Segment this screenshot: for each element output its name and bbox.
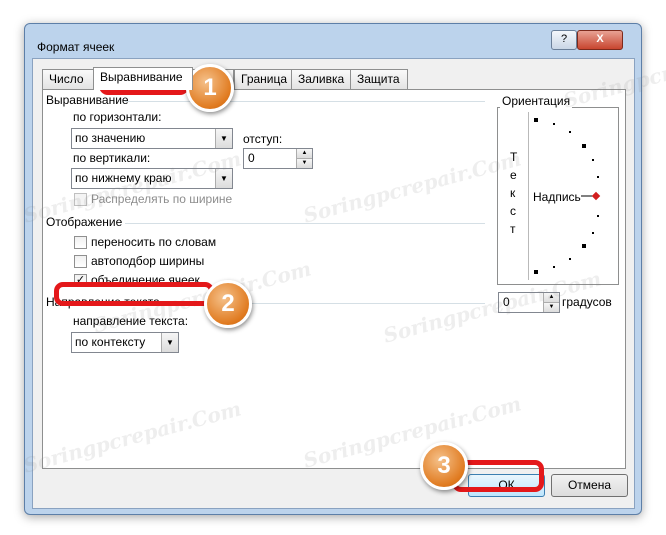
wrap-text-checkbox[interactable] — [74, 236, 87, 249]
distribute-label: Распределять по ширине — [91, 192, 233, 206]
tab-border[interactable]: Граница — [234, 69, 292, 89]
title-bar: Формат ячеек ? X — [25, 24, 641, 58]
help-button[interactable]: ? — [551, 30, 577, 50]
vertical-text-char: Т — [510, 150, 518, 164]
dial-point — [569, 131, 571, 133]
merge-cells-label: объединение ячеек — [91, 273, 200, 287]
degrees-value: 0 — [503, 295, 510, 309]
chevron-up-icon[interactable]: ▲ — [296, 149, 312, 159]
direction-value: по контексту — [75, 335, 146, 349]
dial-point — [569, 258, 571, 260]
display-group-divider — [125, 223, 485, 224]
indent-label: отступ: — [243, 132, 283, 146]
format-cells-dialog: Формат ячеек ? X Число Выравнивание т Гр… — [24, 23, 642, 515]
wrap-text-label: переносить по словам — [91, 235, 217, 249]
vertical-text-button[interactable]: Т е к с т — [502, 112, 529, 280]
step-badge-1: 1 — [186, 64, 234, 112]
shrink-to-fit-label: автоподбор ширины — [91, 254, 205, 268]
dialog-title: Формат ячеек — [37, 40, 115, 54]
vertical-value: по нижнему краю — [75, 171, 172, 185]
vertical-combo[interactable]: по нижнему краю ▼ — [71, 168, 233, 189]
tab-alignment[interactable]: Выравнивание — [93, 67, 193, 90]
vertical-label: по вертикали: — [73, 151, 151, 165]
merge-cells-checkbox[interactable]: ✓ — [74, 274, 87, 287]
dial-marker-icon — [591, 191, 601, 201]
vertical-text-char: т — [510, 222, 516, 236]
vertical-text-char: е — [510, 168, 517, 182]
dialog-client-area: Число Выравнивание т Граница Заливка Защ… — [32, 58, 635, 509]
cancel-button[interactable]: Отмена — [551, 474, 628, 497]
indent-value: 0 — [248, 151, 255, 165]
display-group-title: Отображение — [46, 215, 123, 229]
horizontal-label: по горизонтали: — [73, 110, 162, 124]
chevron-down-icon[interactable]: ▼ — [161, 333, 178, 352]
shrink-to-fit-checkbox[interactable] — [74, 255, 87, 268]
dial-point — [592, 232, 594, 234]
dial-point — [553, 123, 555, 125]
dial-point-45 — [582, 144, 586, 148]
degrees-label: градусов — [562, 295, 612, 309]
dial-point-minus90 — [534, 270, 538, 274]
alignment-panel: Выравнивание по горизонтали: по значению… — [42, 89, 626, 469]
dial-point — [597, 176, 599, 178]
tab-number[interactable]: Число — [42, 69, 94, 89]
orientation-box: Т е к с т Надпись — [497, 107, 619, 285]
chevron-down-icon[interactable]: ▼ — [215, 129, 232, 148]
dial-point-90 — [534, 118, 538, 122]
dial-label: Надпись — [533, 190, 581, 204]
chevron-down-icon[interactable]: ▼ — [296, 159, 312, 168]
tab-protection[interactable]: Защита — [350, 69, 408, 89]
alignment-group-title: Выравнивание — [46, 93, 129, 107]
step-badge-2: 2 — [204, 280, 252, 328]
dial-point — [553, 266, 555, 268]
degrees-stepper[interactable]: 0 ▲ ▼ — [498, 292, 560, 313]
dial-point — [597, 215, 599, 217]
distribute-checkbox[interactable] — [74, 193, 87, 206]
dial-point-minus45 — [582, 244, 586, 248]
step-badge-3: 3 — [420, 442, 468, 490]
ok-button[interactable]: ОК — [468, 474, 545, 497]
chevron-up-icon[interactable]: ▲ — [543, 293, 559, 303]
chevron-down-icon[interactable]: ▼ — [215, 169, 232, 188]
alignment-group-divider — [125, 101, 485, 102]
direction-combo[interactable]: по контексту ▼ — [71, 332, 179, 353]
tab-fill[interactable]: Заливка — [291, 69, 351, 89]
direction-label: направление текста: — [73, 314, 189, 328]
direction-group-title: Направление текста — [46, 295, 160, 309]
vertical-text-char: с — [510, 204, 516, 218]
horizontal-combo[interactable]: по значению ▼ — [71, 128, 233, 149]
chevron-down-icon[interactable]: ▼ — [543, 303, 559, 312]
vertical-text-char: к — [510, 186, 516, 200]
close-button[interactable]: X — [577, 30, 623, 50]
horizontal-value: по значению — [75, 131, 146, 145]
orientation-group-title: Ориентация — [500, 94, 573, 108]
dial-point — [592, 159, 594, 161]
indent-stepper[interactable]: 0 ▲ ▼ — [243, 148, 313, 169]
